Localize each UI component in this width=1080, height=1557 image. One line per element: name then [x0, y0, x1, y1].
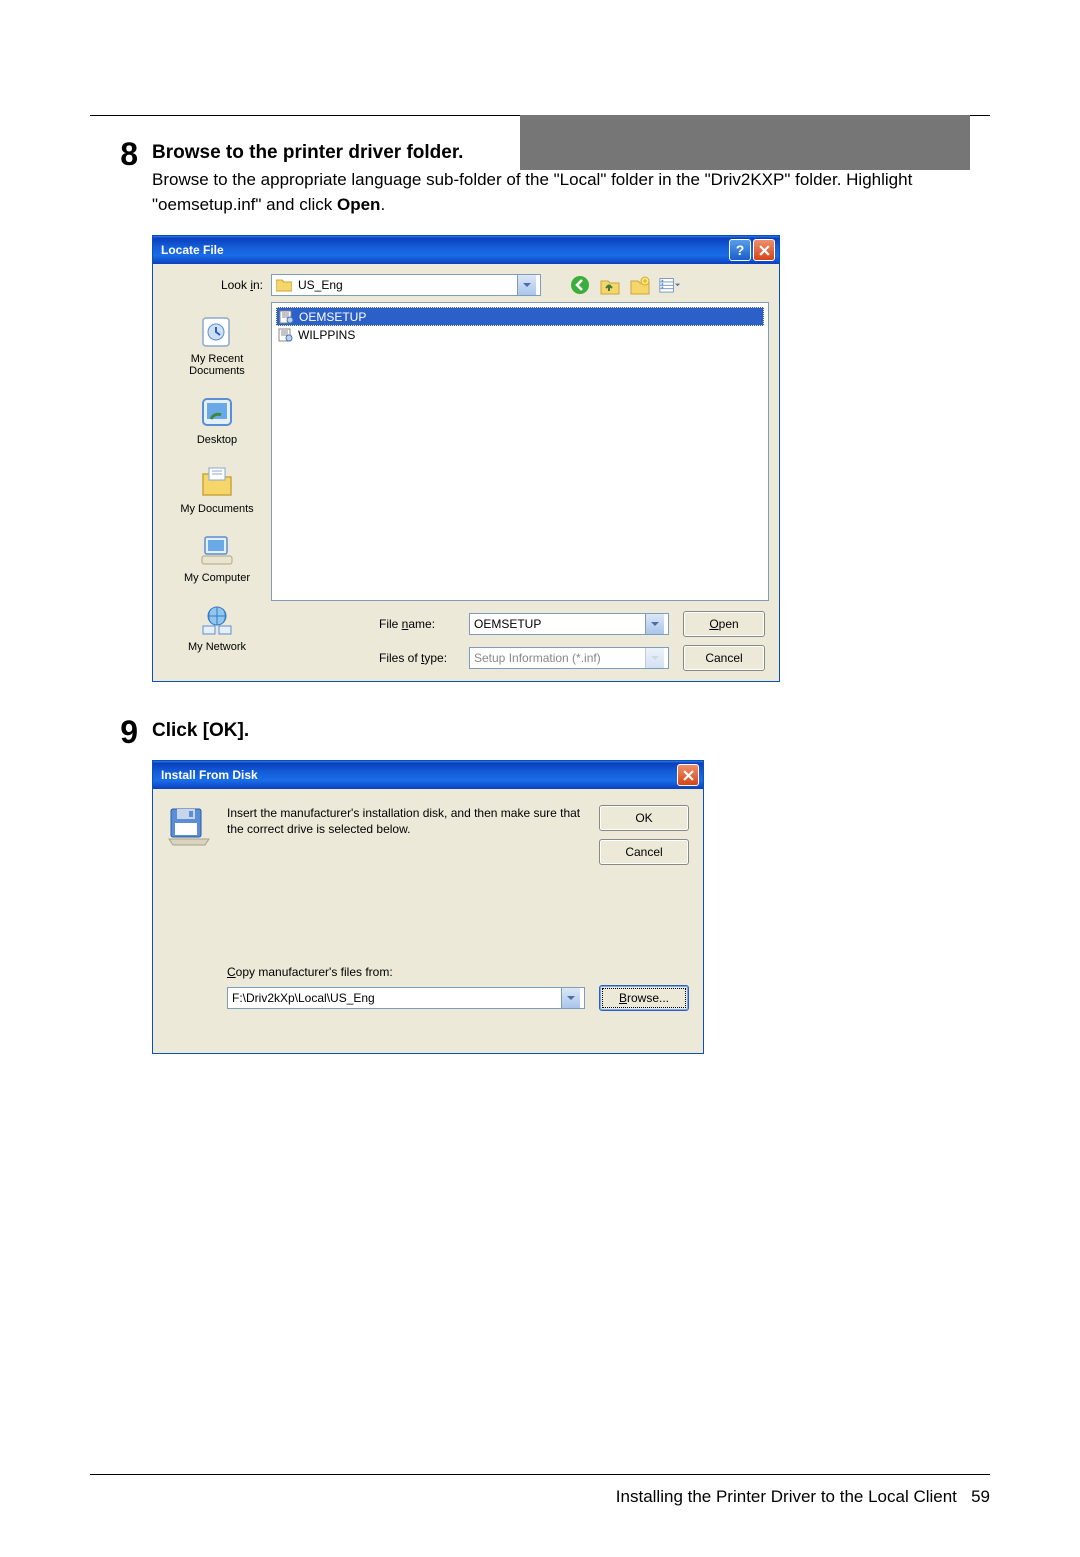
floppy-drive-icon	[167, 805, 211, 865]
close-button[interactable]	[753, 239, 775, 261]
file-type-dropdown: Setup Information (*.inf)	[469, 647, 669, 669]
place-mydocs-label: My Documents	[180, 503, 253, 515]
locate-file-dialog: Locate File ? Look in:	[152, 235, 780, 682]
step-8-text: Browse to the appropriate language sub-f…	[152, 168, 990, 217]
place-mynetwork[interactable]: My Network	[163, 596, 271, 665]
place-recent-label: My Recent Documents	[189, 353, 245, 377]
place-recent[interactable]: My Recent Documents	[163, 308, 271, 389]
install-disk-message: Insert the manufacturer's installation d…	[227, 805, 583, 865]
places-bar: My Recent Documents Desktop	[163, 302, 271, 671]
place-mycomputer[interactable]: My Computer	[163, 527, 271, 596]
recent-icon	[197, 314, 237, 350]
step-9-number: 9	[90, 716, 152, 1054]
place-desktop-label: Desktop	[197, 434, 237, 446]
file-name-input[interactable]: OEMSETUP	[469, 613, 669, 635]
file-list[interactable]: OEMSETUP WILPPINS	[271, 302, 769, 601]
step-9: 9 Click [OK]. Install From Disk Insert	[90, 716, 990, 1054]
copy-from-input[interactable]: F:\Driv2kXp\Local\US_Eng	[227, 987, 585, 1009]
footer-rule	[90, 1474, 990, 1475]
cancel-button[interactable]: Cancel	[683, 645, 765, 671]
file-oemsetup[interactable]: OEMSETUP	[276, 307, 764, 326]
back-icon[interactable]	[569, 274, 591, 296]
place-mycomputer-label: My Computer	[184, 572, 250, 584]
new-folder-icon[interactable]	[629, 274, 651, 296]
mynetwork-icon	[197, 602, 237, 638]
header-tab	[520, 115, 970, 170]
inf-file-icon	[279, 310, 295, 324]
folder-icon	[276, 278, 292, 292]
install-from-disk-dialog: Install From Disk Insert the manufacture…	[152, 760, 704, 1054]
footer-text: Installing the Printer Driver to the Loc…	[616, 1487, 957, 1506]
desktop-icon	[197, 395, 237, 431]
look-in-label: Look in:	[163, 278, 263, 292]
install-disk-title: Install From Disk	[161, 768, 675, 782]
step-8: 8 Browse to the printer driver folder. B…	[90, 138, 990, 682]
locate-file-titlebar[interactable]: Locate File ?	[153, 236, 779, 264]
page-footer: Installing the Printer Driver to the Loc…	[90, 1487, 990, 1507]
locate-file-title: Locate File	[161, 243, 727, 257]
step-8-number: 8	[90, 138, 152, 682]
place-desktop[interactable]: Desktop	[163, 389, 271, 458]
copy-from-label: Copy manufacturer's files from:	[227, 965, 689, 979]
place-mynetwork-label: My Network	[188, 641, 246, 653]
install-disk-titlebar[interactable]: Install From Disk	[153, 761, 703, 789]
browse-button[interactable]: Browse...	[599, 985, 689, 1011]
file-oemsetup-label: OEMSETUP	[299, 310, 366, 324]
up-one-level-icon[interactable]	[599, 274, 621, 296]
file-wilppins[interactable]: WILPPINS	[276, 326, 764, 343]
help-button[interactable]: ?	[729, 239, 751, 261]
step-9-title: Click [OK].	[152, 720, 990, 742]
mydocs-icon	[197, 464, 237, 500]
dropdown-arrow-icon[interactable]	[517, 275, 536, 295]
ok-button[interactable]: OK	[599, 805, 689, 831]
cancel-button[interactable]: Cancel	[599, 839, 689, 865]
inf-file-icon	[278, 328, 294, 342]
copy-from-value: F:\Driv2kXp\Local\US_Eng	[232, 991, 561, 1005]
views-icon[interactable]	[659, 274, 681, 296]
file-wilppins-label: WILPPINS	[298, 328, 355, 342]
mycomputer-icon	[197, 533, 237, 569]
dropdown-arrow-icon	[645, 648, 664, 668]
dropdown-arrow-icon[interactable]	[561, 988, 580, 1008]
place-mydocs[interactable]: My Documents	[163, 458, 271, 527]
look-in-value: US_Eng	[298, 278, 517, 292]
file-name-value: OEMSETUP	[474, 617, 645, 631]
open-button[interactable]: Open	[683, 611, 765, 637]
dropdown-arrow-icon[interactable]	[645, 614, 664, 634]
close-button[interactable]	[677, 764, 699, 786]
footer-page: 59	[971, 1487, 990, 1506]
file-type-label: Files of type:	[379, 651, 469, 665]
look-in-dropdown[interactable]: US_Eng	[271, 274, 541, 296]
file-type-value: Setup Information (*.inf)	[474, 651, 645, 665]
file-name-label: File name:	[379, 617, 469, 631]
